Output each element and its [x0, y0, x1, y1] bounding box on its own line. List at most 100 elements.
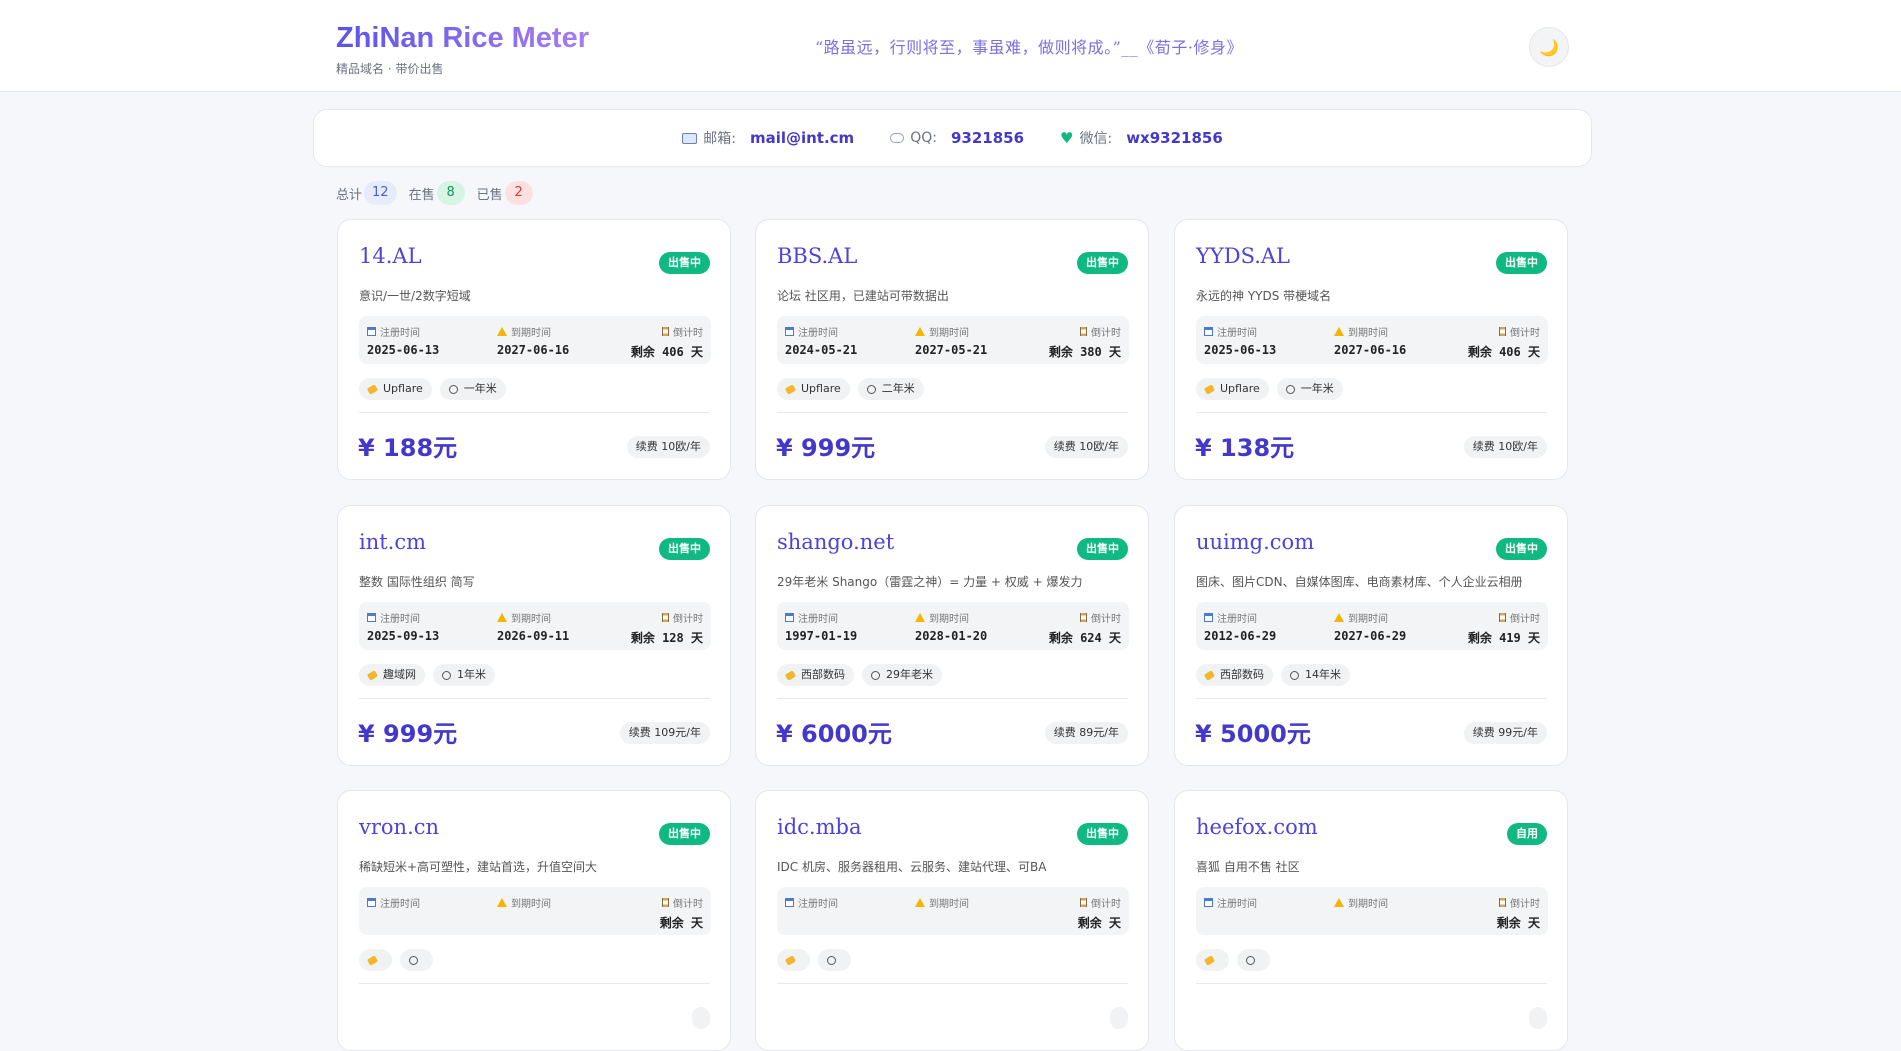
- reg-date-block: 注册时间 2025-06-13: [367, 324, 439, 357]
- registrar-tag: 西部数码: [1196, 664, 1273, 686]
- countdown-block: 倒计时 剩余 624 天: [1049, 610, 1121, 646]
- domain-name[interactable]: idc.mba: [777, 815, 861, 839]
- domain-name[interactable]: YYDS.AL: [1196, 244, 1290, 268]
- calendar-icon: [1204, 898, 1213, 907]
- remain-prefix: 剩余: [1496, 916, 1521, 930]
- registrar-tag: [777, 949, 810, 971]
- reg-date-block: 注册时间: [367, 895, 420, 914]
- domain-card[interactable]: idc.mba 出售中 IDC 机房、服务器租用、云服务、建站代理、可BA 注册…: [755, 790, 1149, 1051]
- date-panel: 注册时间 到期时间 倒计时 剩余 天: [777, 887, 1129, 935]
- warning-icon: [497, 613, 507, 622]
- domain-name[interactable]: vron.cn: [359, 815, 439, 839]
- domain-card[interactable]: shango.net 出售中 29年老米 Shango（雷霆之神）= 力量 + …: [755, 505, 1149, 766]
- price: ¥ 5000元: [1195, 720, 1311, 748]
- domain-name[interactable]: int.cm: [359, 530, 426, 554]
- stopwatch-icon: [866, 384, 876, 394]
- remain-suffix: 天: [1527, 345, 1540, 359]
- remain-prefix: 剩余: [1048, 345, 1073, 359]
- tag-row: 西部数码 14年米: [1196, 664, 1350, 686]
- domain-description: IDC 机房、服务器租用、云服务、建站代理、可BA: [777, 860, 1047, 874]
- exp-date-value: 2027-06-16: [1334, 343, 1407, 357]
- tag-icon: [1203, 954, 1216, 966]
- hourglass-icon: [662, 613, 669, 622]
- reg-date-block: 注册时间 2012-06-29: [1204, 610, 1276, 643]
- stat-sold-label: 已售: [476, 187, 503, 203]
- domain-card[interactable]: vron.cn 出售中 稀缺短米+高可塑性，建站首选，升值空间大 注册时间 到期…: [337, 790, 731, 1051]
- tag-row: 趣域网 1年米: [359, 664, 495, 686]
- renewal-fee: 续费 10欧/年: [1463, 436, 1547, 458]
- mail-icon: [682, 132, 698, 144]
- domain-card[interactable]: int.cm 出售中 整数 国际性组织 简写 注册时间 2025-09-13 到…: [337, 505, 731, 766]
- theme-toggle-button[interactable]: 🌙: [1529, 27, 1569, 67]
- countdown-label: 倒计时: [673, 614, 703, 625]
- remain-suffix: 天: [690, 916, 703, 930]
- reg-date-label: 注册时间: [380, 614, 420, 625]
- tag-icon: [784, 669, 797, 681]
- domain-name[interactable]: heefox.com: [1196, 815, 1318, 839]
- domain-card[interactable]: BBS.AL 出售中 论坛 社区用，已建站可带数据出 注册时间 2024-05-…: [755, 219, 1149, 480]
- exp-date-label: 到期时间: [511, 899, 551, 910]
- countdown-label: 倒计时: [1510, 328, 1540, 339]
- domain-description: 喜狐 自用不售 社区: [1196, 860, 1300, 874]
- qq-value[interactable]: 9321856: [951, 129, 1024, 147]
- domain-name[interactable]: shango.net: [777, 530, 894, 554]
- email-value[interactable]: mail@int.cm: [750, 129, 854, 147]
- warning-icon: [497, 898, 507, 907]
- hourglass-icon: [662, 898, 669, 907]
- date-panel: 注册时间 2024-05-21 到期时间 2027-05-21 倒计时 剩余 3…: [777, 316, 1129, 364]
- warning-icon: [915, 898, 925, 907]
- remain-prefix: 剩余: [659, 916, 684, 930]
- domain-name[interactable]: BBS.AL: [777, 244, 857, 268]
- wechat-value[interactable]: wx9321856: [1126, 129, 1223, 147]
- exp-date-label: 到期时间: [511, 328, 551, 339]
- hourglass-icon: [662, 327, 669, 336]
- hourglass-icon: [1080, 613, 1087, 622]
- domain-card[interactable]: 14.AL 出售中 意识/一世/2数字短域 注册时间 2025-06-13 到期…: [337, 219, 731, 480]
- age-label: 一年米: [463, 382, 497, 395]
- domain-card[interactable]: heefox.com 自用 喜狐 自用不售 社区 注册时间 到期时间 倒计时 剩…: [1174, 790, 1568, 1051]
- contact-bar: 邮箱: mail@int.cm QQ: 9321856 ♥ 微信: wx9321…: [313, 109, 1592, 167]
- domain-description: 稀缺短米+高可塑性，建站首选，升值空间大: [359, 860, 598, 874]
- reg-date-label: 注册时间: [1217, 899, 1257, 910]
- card-divider: [359, 698, 710, 699]
- remain-prefix: 剩余: [1048, 631, 1073, 645]
- domain-card[interactable]: YYDS.AL 出售中 永远的神 YYDS 带梗域名 注册时间 2025-06-…: [1174, 219, 1568, 480]
- stopwatch-icon: [448, 384, 458, 394]
- domain-description: 意识/一世/2数字短域: [359, 289, 471, 303]
- tag-row: [359, 949, 433, 971]
- stopwatch-icon: [871, 670, 880, 680]
- registrar-label: Upflare: [383, 382, 423, 395]
- domain-description: 图床、图片CDN、自媒体图库、电商素材库、个人企业云相册: [1196, 575, 1523, 589]
- date-panel: 注册时间 到期时间 倒计时 剩余 天: [1196, 887, 1548, 935]
- age-tag: 29年老米: [862, 664, 942, 686]
- header-quote: “路虽远，行则将至，事虽难，做则将成。”__《荀子·修身》: [815, 38, 1243, 57]
- countdown-block: 倒计时 剩余 天: [660, 895, 703, 931]
- site-title[interactable]: ZhiNan Rice Meter: [336, 20, 589, 56]
- exp-date-label: 到期时间: [511, 614, 551, 625]
- registrar-tag: Upflare: [777, 378, 850, 400]
- reg-date-value: 2024-05-21: [785, 343, 858, 357]
- remain-suffix: 天: [1527, 631, 1540, 645]
- tag-icon: [366, 383, 379, 395]
- exp-date-value: 2027-06-16: [497, 343, 570, 357]
- age-tag: 14年米: [1281, 664, 1350, 686]
- calendar-icon: [785, 898, 794, 907]
- stat-total-label: 总计: [336, 187, 363, 203]
- domain-card[interactable]: uuimg.com 出售中 图床、图片CDN、自媒体图库、电商素材库、个人企业云…: [1174, 505, 1568, 766]
- countdown-block: 倒计时 剩余 128 天: [631, 610, 703, 646]
- age-label: 一年米: [1300, 382, 1334, 395]
- countdown-block: 倒计时 剩余 406 天: [1468, 324, 1540, 360]
- domain-name[interactable]: uuimg.com: [1196, 530, 1314, 554]
- stat-onsale-label: 在售: [408, 187, 435, 203]
- warning-icon: [1334, 613, 1344, 622]
- warning-icon: [915, 327, 925, 336]
- domain-description: 论坛 社区用，已建站可带数据出: [777, 289, 949, 303]
- status-badge: 出售中: [1496, 252, 1547, 274]
- exp-date-block: 到期时间: [497, 895, 551, 914]
- brand: ZhiNan Rice Meter 精品域名 · 带价出售: [336, 20, 589, 77]
- exp-date-value: 2027-05-21: [915, 343, 988, 357]
- remain-prefix: 剩余: [630, 345, 655, 359]
- hourglass-icon: [1080, 898, 1087, 907]
- qq-label: QQ:: [910, 130, 937, 146]
- domain-name[interactable]: 14.AL: [359, 244, 422, 268]
